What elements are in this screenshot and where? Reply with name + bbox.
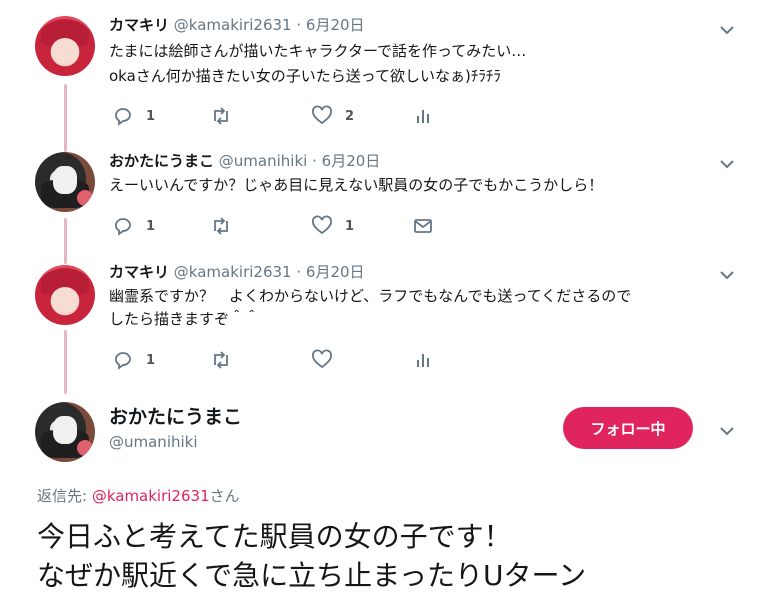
tweet[interactable]: カマキリ @kamakiri2631 · 6月20日 たまには絵師さんが描いたキ… (0, 0, 775, 140)
retweet-icon (214, 107, 228, 125)
retweet-button[interactable] (210, 349, 244, 371)
display-name[interactable]: おかたにうまこ (109, 402, 242, 429)
heart-icon (312, 215, 332, 235)
heart-icon (312, 105, 332, 125)
chevron-down-icon[interactable] (719, 423, 735, 439)
reply-count: 1 (146, 218, 156, 234)
like-button[interactable]: 2 (311, 105, 354, 127)
analytics-button[interactable] (412, 105, 434, 127)
reply-button[interactable]: 1 (112, 105, 155, 127)
tweet-text-line: okaさん何か描きたい女の子いたら送って欲しいなぁ)ﾁﾗﾁﾗ (109, 67, 501, 85)
main-tweet-text: 今日ふと考えてた駅員の女の子です！ なぜか駅近くで急に立ち止まったりUターン (37, 517, 586, 595)
analytics-button[interactable] (412, 349, 434, 371)
display-name[interactable]: カマキリ (109, 263, 169, 281)
reply-button[interactable]: 1 (112, 349, 155, 371)
tweet-header: カマキリ @kamakiri2631 · 6月20日 (109, 14, 365, 35)
direct-message-button[interactable] (412, 215, 434, 237)
tweet-date[interactable]: 6月20日 (322, 152, 381, 170)
reply-prefix: 返信先: (37, 487, 92, 505)
like-button[interactable] (311, 349, 345, 371)
like-count: 2 (345, 108, 355, 124)
tweet-text-line: したら描きますぞ＾＾ (109, 310, 260, 328)
chevron-down-icon[interactable] (719, 22, 735, 38)
display-name[interactable]: カマキリ (109, 16, 169, 34)
following-button[interactable]: フォロー中 (563, 407, 693, 449)
retweet-icon (214, 217, 228, 235)
reply-suffix: さん (209, 487, 240, 505)
tweet-text-line: 今日ふと考えてた駅員の女の子です！ (37, 520, 512, 553)
tweet-text-line: たまには絵師さんが描いたキャラクターで話を作ってみたい… (109, 42, 527, 60)
reply-button[interactable]: 1 (112, 215, 155, 237)
chevron-down-icon[interactable] (719, 267, 735, 283)
tweet-date[interactable]: 6月20日 (306, 263, 365, 281)
avatar[interactable] (35, 16, 95, 76)
user-handle[interactable]: @umanihiki (109, 433, 198, 451)
like-button[interactable]: 1 (311, 215, 354, 237)
analytics-icon (417, 110, 429, 123)
analytics-icon (417, 354, 429, 367)
action-bar: 1 1 (109, 215, 469, 237)
reply-context: 返信先: @kamakiri2631さん (37, 485, 240, 506)
avatar[interactable] (35, 152, 95, 212)
separator-dot: · (296, 263, 302, 281)
retweet-icon (214, 351, 228, 369)
action-bar: 1 (109, 349, 469, 371)
like-count: 1 (345, 218, 355, 234)
user-handle[interactable]: @kamakiri2631 (174, 16, 292, 34)
avatar[interactable] (35, 402, 95, 462)
chevron-down-icon[interactable] (719, 156, 735, 172)
retweet-button[interactable] (210, 105, 244, 127)
tweet-text-line: なぜか駅近くで急に立ち止まったりUターン (37, 559, 587, 592)
reply-count: 1 (146, 352, 156, 368)
reply-icon (115, 218, 131, 236)
user-handle[interactable]: @umanihiki (219, 152, 308, 170)
tweet-header: おかたにうまこ @umanihiki · 6月20日 (109, 150, 380, 171)
retweet-button[interactable] (210, 215, 244, 237)
avatar[interactable] (35, 265, 95, 325)
tweet-header: カマキリ @kamakiri2631 · 6月20日 (109, 261, 365, 282)
user-handle[interactable]: @kamakiri2631 (174, 263, 292, 281)
tweet[interactable]: おかたにうまこ @umanihiki · 6月20日 えーいいんですか？じゃあ目… (0, 140, 775, 270)
heart-icon (312, 349, 332, 369)
tweet-date[interactable]: 6月20日 (306, 16, 365, 34)
tweet[interactable]: カマキリ @kamakiri2631 · 6月20日 幽霊系ですか？ よくわから… (0, 255, 775, 385)
reply-icon (115, 108, 131, 126)
separator-dot: · (312, 152, 317, 170)
message-icon (414, 219, 432, 233)
tweet-text-line: 幽霊系ですか？ よくわからないけど、ラフでもなんでも送ってくださるので (109, 287, 632, 305)
reply-count: 1 (146, 108, 156, 124)
display-name[interactable]: おかたにうまこ (109, 152, 214, 170)
action-bar: 1 2 (109, 105, 469, 127)
separator-dot: · (296, 16, 302, 34)
reply-mention-link[interactable]: @kamakiri2631 (92, 487, 210, 505)
tweet-text-line: えーいいんですか？じゃあ目に見えない駅員の女の子でもかこうかしら！ (109, 176, 604, 194)
reply-icon (115, 352, 131, 370)
